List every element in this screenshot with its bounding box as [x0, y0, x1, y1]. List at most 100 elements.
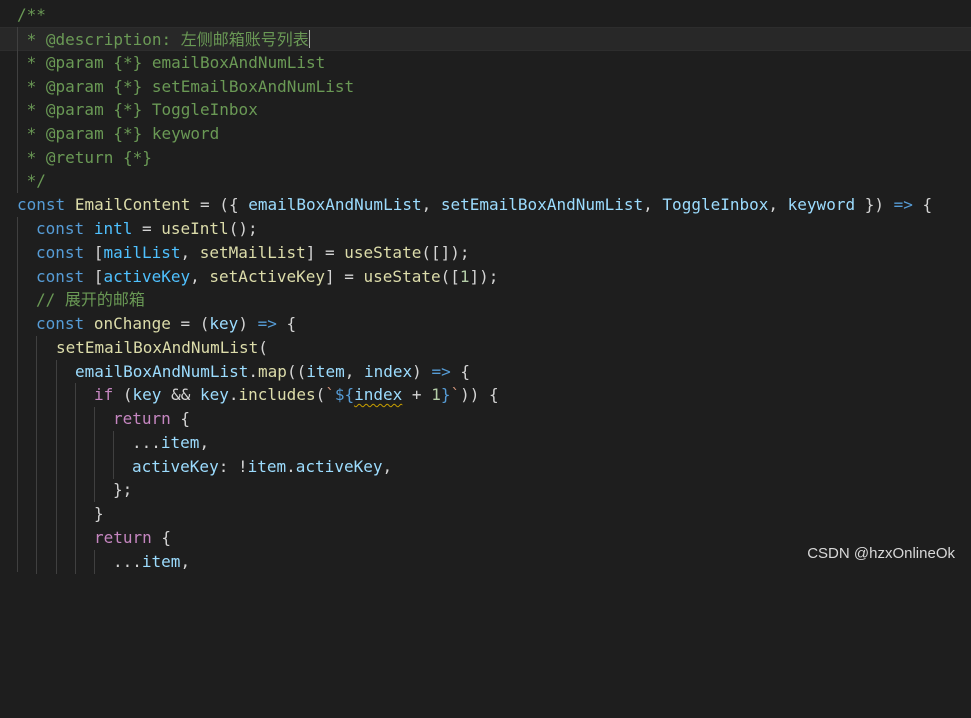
- indent-guide: [36, 502, 37, 526]
- code-line[interactable]: const EmailContent = ({ emailBoxAndNumLi…: [0, 193, 971, 217]
- constant-token: mailList: [103, 243, 181, 262]
- keyword-token: const: [36, 243, 85, 262]
- comment-token: * @return {*}: [17, 148, 152, 167]
- code-line[interactable]: emailBoxAndNumList.map((item, index) => …: [0, 360, 971, 384]
- indent-guide: [56, 502, 57, 526]
- code-line[interactable]: if (key && key.includes(`${index + 1}`))…: [0, 383, 971, 407]
- code-line[interactable]: * @param {*} keyword: [0, 122, 971, 146]
- punctuation-token: ,: [643, 195, 663, 214]
- warning-squiggle-token[interactable]: index: [354, 385, 402, 404]
- punctuation-token: [: [84, 243, 104, 262]
- property-token: activeKey: [132, 457, 219, 476]
- arrow-token: =>: [257, 314, 277, 333]
- indent-guide: [75, 431, 76, 455]
- code-line[interactable]: */: [0, 169, 971, 193]
- punctuation-token: ): [238, 314, 258, 333]
- parameter-token: item: [306, 362, 345, 381]
- punctuation-token: ,: [180, 243, 200, 262]
- indent-guide: [75, 455, 76, 479]
- function-name-token: setEmailBoxAndNumList: [56, 338, 259, 357]
- parameter-token: keyword: [787, 195, 856, 214]
- punctuation-token: {: [276, 314, 297, 333]
- spread-token: ...: [113, 552, 142, 571]
- arrow-token: =>: [893, 195, 913, 214]
- punctuation-token: = (: [170, 314, 210, 333]
- punctuation-token: };: [113, 480, 133, 499]
- code-line[interactable]: ...item,: [0, 431, 971, 455]
- code-line[interactable]: const onChange = (key) => {: [0, 312, 971, 336]
- keyword-token: const: [17, 195, 66, 214]
- punctuation-token: {: [170, 409, 191, 428]
- indent-guide: [36, 478, 37, 502]
- property-token: activeKey: [295, 457, 383, 476]
- code-line[interactable]: * @param {*} emailBoxAndNumList: [0, 51, 971, 75]
- code-line[interactable]: return {: [0, 407, 971, 431]
- code-line[interactable]: const [activeKey, setActiveKey] = useSta…: [0, 265, 971, 289]
- punctuation-token: = ({: [190, 195, 249, 214]
- punctuation-token: .: [228, 385, 239, 404]
- punctuation-token: ,: [768, 195, 788, 214]
- indent-guide: [56, 383, 57, 407]
- indent-guide: [36, 336, 37, 360]
- indent-guide: [36, 407, 37, 431]
- punctuation-token: ,: [421, 195, 441, 214]
- arrow-token: =>: [431, 362, 451, 381]
- indent-guide: [94, 407, 95, 431]
- punctuation-token: ([]);: [421, 243, 470, 262]
- indent-guide: [75, 502, 76, 526]
- control-keyword-token: return: [94, 528, 152, 547]
- function-name-token: useState: [344, 243, 422, 262]
- punctuation-token: [65, 195, 75, 214]
- punctuation-token: +: [402, 385, 432, 404]
- variable-token: item: [160, 433, 200, 452]
- punctuation-token: ,: [180, 552, 191, 571]
- punctuation-token: ,: [382, 457, 393, 476]
- punctuation-token: ] =: [325, 267, 364, 286]
- spread-token: ...: [132, 433, 161, 452]
- punctuation-token: )) {: [460, 385, 499, 404]
- keyword-token: const: [36, 219, 85, 238]
- punctuation-token: (: [315, 385, 326, 404]
- indent-guide: [56, 478, 57, 502]
- constant-token: intl: [93, 219, 133, 238]
- indent-guide: [75, 550, 76, 574]
- comment-token: * @param {*} setEmailBoxAndNumList: [17, 77, 355, 96]
- indent-guide: [75, 407, 76, 431]
- function-name-token: includes: [238, 385, 316, 404]
- code-line-current[interactable]: * @description: 左侧邮箱账号列表: [0, 27, 971, 51]
- code-line[interactable]: }: [0, 502, 971, 526]
- function-name-token: setActiveKey: [209, 267, 325, 286]
- comment-token: * @param {*} emailBoxAndNumList: [17, 53, 326, 72]
- indent-guide: [56, 526, 57, 550]
- number-token: 1: [459, 267, 470, 286]
- code-line[interactable]: /**: [0, 3, 971, 27]
- punctuation-token: .: [248, 362, 259, 381]
- indent-guide: [36, 550, 37, 574]
- parameter-token: emailBoxAndNumList: [248, 195, 422, 214]
- code-line[interactable]: };: [0, 478, 971, 502]
- code-editor[interactable]: /** * @description: 左侧邮箱账号列表 * @param {*…: [0, 0, 971, 574]
- code-line[interactable]: activeKey: !item.activeKey,: [0, 455, 971, 479]
- function-name-token: useIntl: [161, 219, 229, 238]
- code-line[interactable]: * @param {*} ToggleInbox: [0, 98, 971, 122]
- punctuation-token: : !: [218, 457, 248, 476]
- code-line[interactable]: const [mailList, setMailList] = useState…: [0, 241, 971, 265]
- indent-guide: [56, 407, 57, 431]
- variable-token: item: [247, 457, 287, 476]
- keyword-token: const: [36, 267, 85, 286]
- code-line[interactable]: const intl = useIntl();: [0, 217, 971, 241]
- indent-guide: [56, 431, 57, 455]
- function-name-token: setMailList: [199, 243, 306, 262]
- comment-token: /**: [17, 5, 46, 24]
- indent-guide: [113, 455, 114, 479]
- code-line[interactable]: * @param {*} setEmailBoxAndNumList: [0, 75, 971, 99]
- function-name-token: EmailContent: [74, 195, 191, 214]
- code-line[interactable]: setEmailBoxAndNumList(: [0, 336, 971, 360]
- punctuation-token: &&: [161, 385, 200, 404]
- punctuation-token: ,: [344, 362, 364, 381]
- template-string-token: `: [325, 385, 335, 404]
- watermark: CSDN @hzxOnlineOk: [807, 545, 955, 562]
- text-cursor: [308, 30, 310, 48]
- code-line[interactable]: * @return {*}: [0, 146, 971, 170]
- code-line[interactable]: // 展开的邮箱: [0, 288, 971, 312]
